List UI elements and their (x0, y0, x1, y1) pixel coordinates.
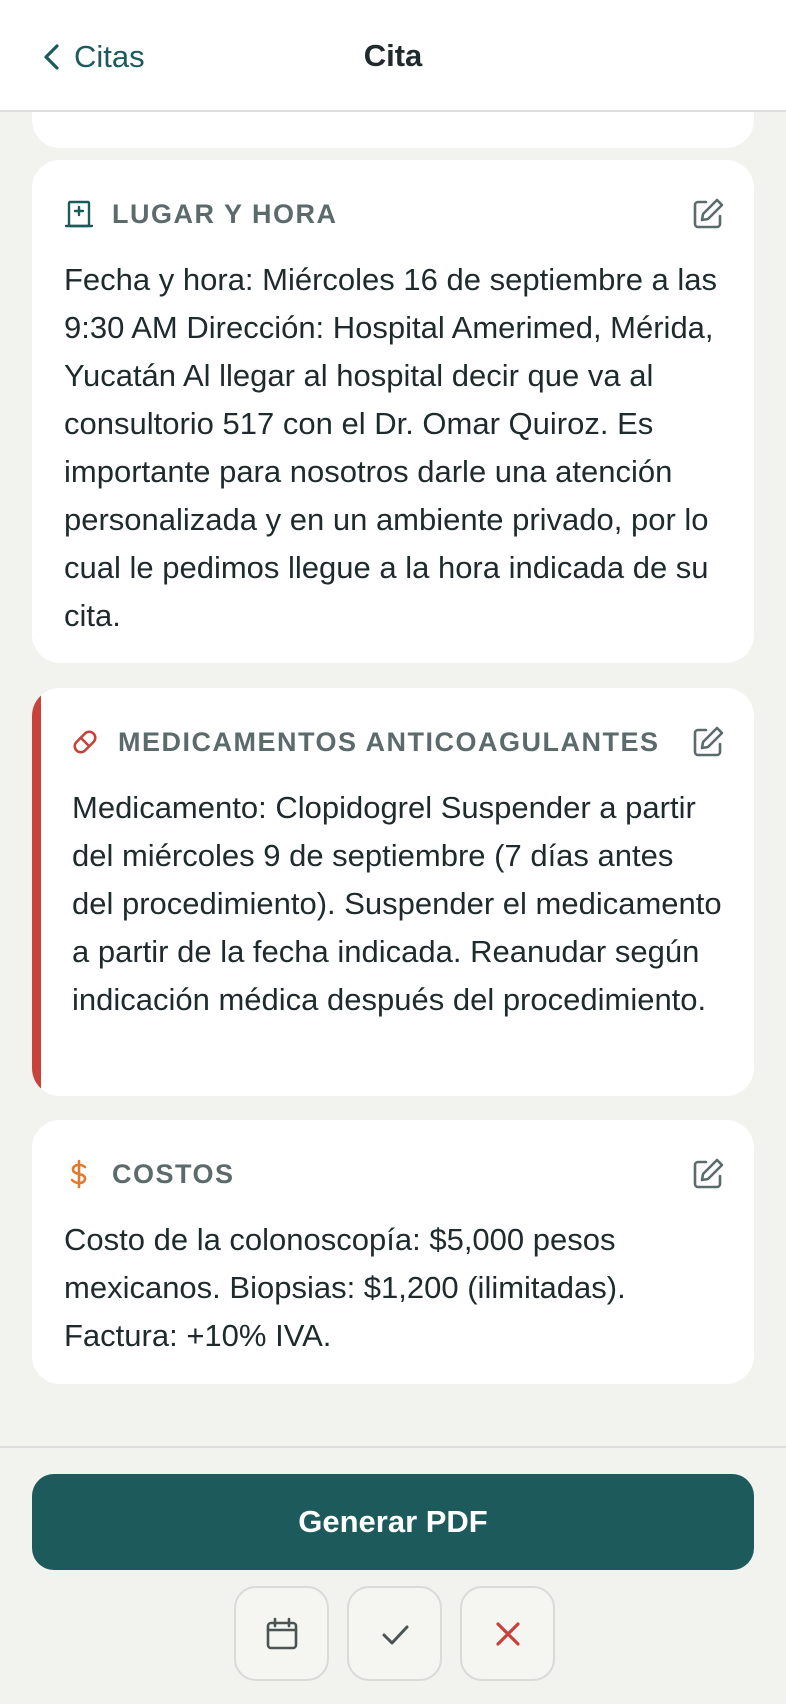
top-nav-bar: Citas Cita (0, 0, 786, 112)
pill-icon (70, 727, 100, 757)
costs-card-title: COSTOS (112, 1158, 235, 1189)
cancel-button[interactable] (460, 1586, 555, 1681)
calendar-button[interactable] (234, 1586, 329, 1681)
confirm-button[interactable] (347, 1586, 442, 1681)
edit-medications-button[interactable] (690, 724, 726, 760)
close-icon (495, 1621, 520, 1646)
edit-icon (693, 198, 724, 229)
calendar-icon (266, 1617, 297, 1649)
location-card-title: LUGAR Y HORA (112, 198, 338, 229)
page-title: Cita (363, 38, 423, 73)
costs-card-body: Costo de la colonoscopía: $5,000 pesos m… (64, 1222, 626, 1353)
check-icon (382, 1625, 408, 1644)
medications-card: MEDICAMENTOS ANTICOAGULANTES Medicamento… (32, 688, 754, 1096)
edit-icon (693, 726, 724, 757)
costs-card: COSTOS Costo de la colonoscopía: $5,000 … (32, 1120, 754, 1384)
location-card: LUGAR Y HORA Fecha y hora: Miércoles 16 … (32, 160, 754, 663)
medications-card-title: MEDICAMENTOS ANTICOAGULANTES (118, 726, 660, 757)
appointment-actions (234, 1586, 555, 1681)
location-card-body: Fecha y hora: Miércoles 16 de septiembre… (64, 262, 718, 633)
bottom-action-bar: Generar PDF (0, 1446, 786, 1704)
previous-card-edge (32, 112, 754, 148)
generate-pdf-button[interactable]: Generar PDF (32, 1474, 754, 1570)
edit-location-button[interactable] (690, 196, 726, 232)
appointment-scroll-content[interactable]: LUGAR Y HORA Fecha y hora: Miércoles 16 … (0, 112, 786, 1448)
medications-card-body: Medicamento: Clopidogrel Suspender a par… (72, 790, 722, 1017)
hospital-icon (64, 199, 94, 229)
edit-icon (693, 1158, 724, 1189)
edit-costs-button[interactable] (690, 1156, 726, 1192)
dollar-icon (64, 1159, 94, 1189)
